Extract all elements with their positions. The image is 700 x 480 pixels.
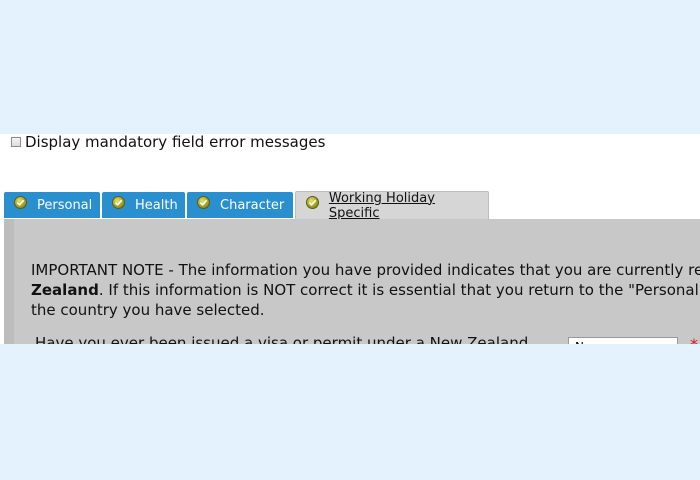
- tab-personal[interactable]: Personal: [4, 192, 100, 218]
- mandatory-errors-checkbox[interactable]: [11, 137, 21, 147]
- check-circle-icon: [306, 196, 319, 209]
- check-circle-icon: [14, 195, 27, 209]
- tab-panel: IMPORTANT NOTE - The information you hav…: [4, 219, 700, 344]
- mandatory-errors-label: Display mandatory field error messages: [25, 134, 326, 151]
- form-screenshot: Display mandatory field error messages P…: [0, 134, 700, 344]
- tab-health-label: Health: [135, 197, 178, 213]
- important-note: IMPORTANT NOTE - The information you hav…: [31, 260, 700, 320]
- tab-bar: Personal Health Character Working Holida…: [4, 190, 700, 221]
- note-line-1: IMPORTANT NOTE - The information you hav…: [31, 261, 700, 279]
- tab-health[interactable]: Health: [102, 192, 185, 218]
- previous-visa-question: Have you ever been issued a visa or perm…: [35, 334, 529, 344]
- tab-character[interactable]: Character: [187, 192, 293, 218]
- previous-visa-select[interactable]: N: [568, 337, 678, 344]
- note-line-2-rest: . If this information is NOT correct it …: [98, 281, 699, 299]
- check-circle-icon: [197, 195, 210, 209]
- mandatory-errors-option[interactable]: Display mandatory field error messages: [11, 134, 325, 151]
- tab-character-label: Character: [220, 197, 285, 213]
- note-line-3: the country you have selected.: [31, 301, 265, 319]
- check-circle-icon: [112, 195, 125, 209]
- required-indicator: *: [690, 335, 698, 344]
- tab-personal-label: Personal: [37, 197, 93, 213]
- note-country-bold: Zealand: [31, 281, 99, 299]
- note-line-2: Zealand. If this information is NOT corr…: [31, 280, 700, 300]
- tab-working-holiday-specific[interactable]: Working Holiday Specific: [295, 190, 489, 221]
- tab-working-holiday-label: Working Holiday Specific: [328, 190, 435, 221]
